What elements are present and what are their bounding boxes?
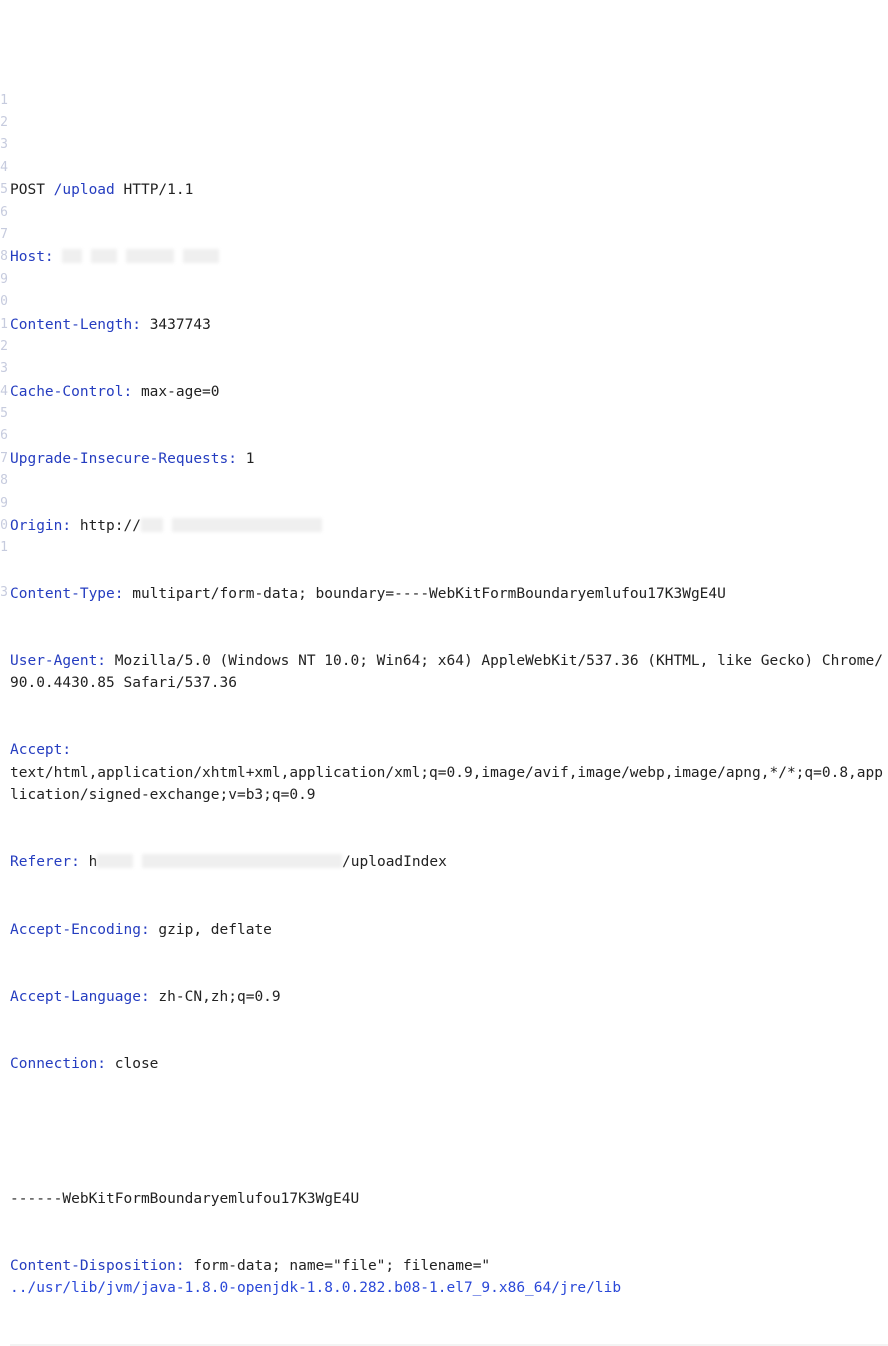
header-connection[interactable]: Connection: close (10, 1053, 888, 1075)
header-host[interactable]: Host: (10, 246, 888, 268)
header-accept[interactable]: Accept: text/html,application/xhtml+xml,… (10, 739, 888, 806)
request-line[interactable]: POST /upload HTTP/1.1 (10, 179, 888, 201)
content-disposition[interactable]: Content-Disposition: form-data; name="fi… (10, 1255, 888, 1300)
header-content-type[interactable]: Content-Type: multipart/form-data; bound… (10, 583, 888, 605)
http-request-view: 1234567890123456789013 POST /upload HTTP… (0, 90, 888, 1346)
header-cache-control[interactable]: Cache-Control: max-age=0 (10, 381, 888, 403)
blank-line[interactable] (10, 1120, 888, 1142)
header-accept-language[interactable]: Accept-Language: zh-CN,zh;q=0.9 (10, 986, 888, 1008)
header-content-length[interactable]: Content-Length: 3437743 (10, 314, 888, 336)
header-accept-encoding[interactable]: Accept-Encoding: gzip, deflate (10, 919, 888, 941)
header-upgrade-insecure[interactable]: Upgrade-Insecure-Requests: 1 (10, 448, 888, 470)
header-user-agent[interactable]: User-Agent: Mozilla/5.0 (Windows NT 10.0… (10, 650, 888, 695)
header-origin[interactable]: Origin: http:// (10, 515, 888, 537)
upload-filename-path[interactable]: /charsets.jar" (10, 1344, 888, 1346)
header-referer[interactable]: Referer: h /uploadIndex (10, 851, 888, 873)
line-gutter: 1234567890123456789013 (0, 90, 8, 1346)
multipart-boundary[interactable]: ------WebKitFormBoundaryemlufou17K3WgE4U (10, 1188, 888, 1210)
